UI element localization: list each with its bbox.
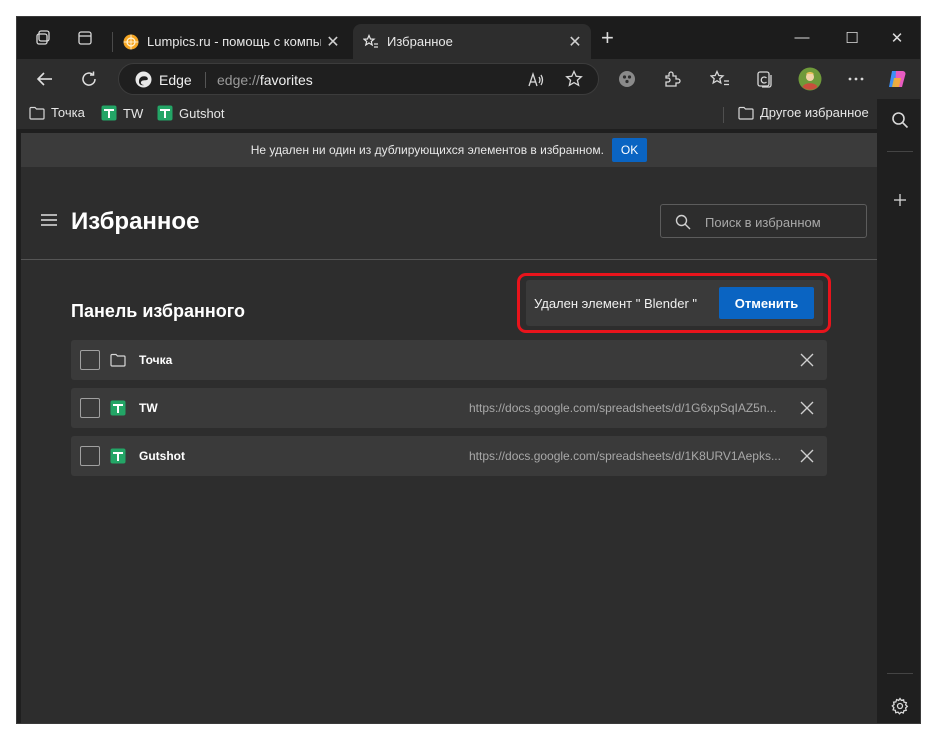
- bookmark-label: Точка: [51, 105, 85, 120]
- folder-icon: [738, 106, 754, 120]
- page-title: Избранное: [71, 208, 200, 235]
- edge-logo-icon: [135, 71, 152, 88]
- bookmark-gutshot[interactable]: Gutshot: [157, 105, 225, 121]
- profile-avatar[interactable]: [798, 67, 822, 91]
- extension-icon[interactable]: [615, 67, 639, 91]
- google-sheets-icon: [157, 105, 173, 121]
- refresh-icon[interactable]: [77, 67, 101, 91]
- address-path: favorites: [259, 72, 313, 88]
- tab-close-icon[interactable]: ✕: [563, 32, 587, 52]
- favorites-bar-icon[interactable]: [708, 67, 732, 91]
- favorites-page: Не удален ни один из дублирующихся элеме…: [21, 133, 877, 723]
- bookmark-label: Другое избранное: [760, 105, 869, 120]
- list-item[interactable]: TW https://docs.google.com/spreadsheets/…: [71, 388, 827, 428]
- bookmarks-bar: Точка TW Gutshot Другое избранное: [17, 99, 877, 129]
- undo-button[interactable]: Отменить: [719, 287, 814, 319]
- item-url: https://docs.google.com/spreadsheets/d/1…: [469, 449, 781, 463]
- folder-icon: [29, 106, 45, 120]
- tab-title: Избранное: [387, 34, 453, 49]
- list-item[interactable]: Gutshot https://docs.google.com/spreadsh…: [71, 436, 827, 476]
- tab-lumpics[interactable]: Lumpics.ru - помощь с компьют ✕: [113, 24, 349, 59]
- sidebar-settings-gear-icon[interactable]: [889, 695, 911, 717]
- search-icon: [675, 214, 691, 230]
- copilot-icon[interactable]: [885, 67, 909, 91]
- address-url[interactable]: edge://favorites: [217, 72, 313, 88]
- read-aloud-icon[interactable]: [527, 71, 545, 89]
- duplicates-notice-bar: Не удален ни один из дублирующихся элеме…: [21, 133, 877, 167]
- navigation-toolbar: Edge edge://favorites: [17, 59, 920, 99]
- add-favorite-star-icon[interactable]: [565, 70, 583, 88]
- bookmark-tw[interactable]: TW: [101, 105, 143, 121]
- item-url: https://docs.google.com/spreadsheets/d/1…: [469, 401, 777, 415]
- bookmark-label: Gutshot: [179, 105, 225, 121]
- maximize-icon[interactable]: ☐: [842, 29, 862, 49]
- tab-favorites[interactable]: Избранное ✕: [353, 24, 591, 59]
- google-sheets-icon: [101, 105, 117, 121]
- delete-icon[interactable]: [797, 398, 817, 418]
- row-checkbox[interactable]: [80, 350, 100, 370]
- tab-actions-icon[interactable]: [75, 28, 95, 48]
- address-separator: [205, 72, 206, 88]
- deleted-toast: Удален элемент " Blender " Отменить: [526, 280, 823, 326]
- address-protocol: edge://: [217, 72, 260, 88]
- browser-window: Lumpics.ru - помощь с компьют ✕ Избранно…: [16, 16, 921, 724]
- row-checkbox[interactable]: [80, 398, 100, 418]
- star-list-icon: [363, 33, 378, 48]
- more-options-icon[interactable]: [844, 67, 868, 91]
- item-name: Точка: [139, 353, 173, 367]
- bookmark-tochka[interactable]: Точка: [29, 105, 85, 120]
- hamburger-menu-icon[interactable]: [40, 213, 58, 227]
- sidebar-divider: [887, 673, 913, 674]
- sidebar-add-icon[interactable]: [889, 189, 911, 211]
- workspaces-icon[interactable]: [34, 28, 54, 48]
- collections-icon[interactable]: [753, 67, 777, 91]
- back-icon[interactable]: [33, 67, 57, 91]
- notice-ok-button[interactable]: OK: [611, 138, 648, 162]
- close-window-icon[interactable]: ✕: [887, 29, 907, 49]
- item-name: Gutshot: [139, 449, 185, 463]
- bookmark-other-favorites[interactable]: Другое избранное: [738, 105, 869, 120]
- google-sheets-icon: [110, 400, 126, 416]
- folder-icon: [110, 353, 126, 367]
- right-sidebar: [877, 99, 920, 723]
- tab-close-icon[interactable]: ✕: [321, 32, 345, 52]
- minimize-icon[interactable]: —: [792, 29, 812, 49]
- tab-title: Lumpics.ru - помощь с компьют: [147, 34, 321, 49]
- new-tab-button[interactable]: +: [601, 27, 614, 49]
- address-brand: Edge: [159, 72, 192, 88]
- google-sheets-icon: [110, 448, 126, 464]
- favorites-search-box[interactable]: [660, 204, 867, 238]
- extensions-puzzle-icon[interactable]: [660, 67, 684, 91]
- title-bar: Lumpics.ru - помощь с компьют ✕ Избранно…: [17, 17, 920, 59]
- address-bar[interactable]: Edge edge://favorites: [118, 63, 599, 95]
- row-checkbox[interactable]: [80, 446, 100, 466]
- notice-text: Не удален ни один из дублирующихся элеме…: [250, 143, 604, 157]
- sidebar-divider: [887, 151, 913, 152]
- section-title: Панель избранного: [71, 301, 246, 321]
- header-divider: [21, 259, 877, 260]
- search-input[interactable]: [705, 212, 855, 232]
- bookmark-label: TW: [123, 105, 144, 121]
- bookmarks-separator: [723, 107, 724, 123]
- sidebar-search-icon[interactable]: [889, 109, 911, 131]
- item-name: TW: [139, 401, 158, 415]
- list-item[interactable]: Точка: [71, 340, 827, 380]
- toast-message: Удален элемент " Blender ": [534, 296, 698, 311]
- delete-icon[interactable]: [797, 446, 817, 466]
- orange-circle-favicon: [123, 34, 139, 49]
- delete-icon[interactable]: [797, 350, 817, 370]
